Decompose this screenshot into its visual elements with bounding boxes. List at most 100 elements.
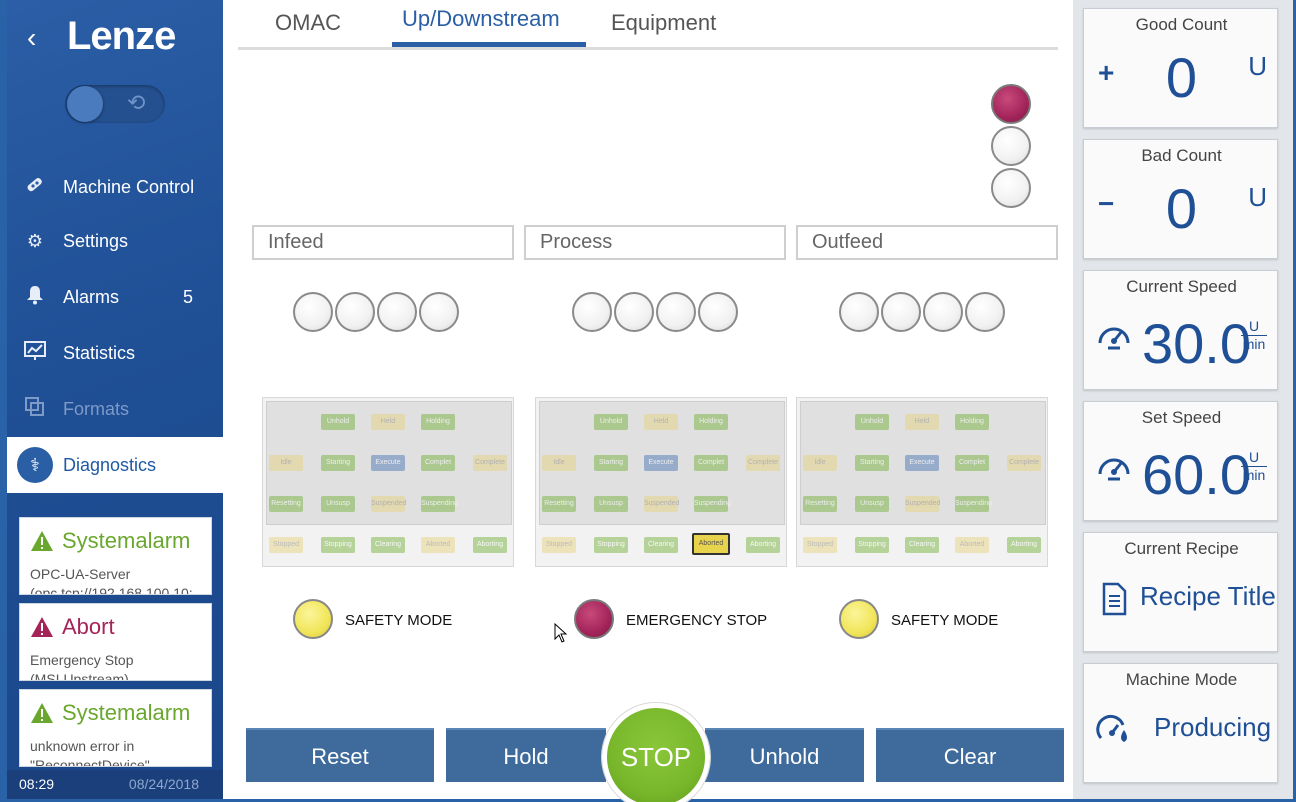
gauge-drop-icon xyxy=(1096,714,1127,742)
state-holding: Holding xyxy=(421,414,455,430)
outfeed-box: Outfeed xyxy=(796,225,1058,260)
back-arrow-icon[interactable]: ‹ xyxy=(27,24,49,52)
alarm-card[interactable]: Systemalarm unknown error in "ReconnectDe… xyxy=(19,689,212,767)
sidebar-item-machine-control[interactable]: Machine Control xyxy=(7,164,223,210)
warning-icon xyxy=(31,617,53,637)
stop-button[interactable]: STOP xyxy=(602,703,710,802)
infeed-mode-light xyxy=(293,599,333,639)
state-stopped: Stopped xyxy=(542,537,576,553)
machine-mode-value: Producing xyxy=(1154,712,1272,742)
hold-button[interactable]: Hold xyxy=(446,728,606,782)
alarm-desc: OPC-UA-Server (opc.tcp://192.168.100.10: xyxy=(30,566,193,595)
tab-omac[interactable]: OMAC xyxy=(275,10,341,36)
machine-control-icon xyxy=(7,174,63,201)
state-completing: Complet xyxy=(955,455,989,471)
process-indicator-2 xyxy=(614,292,654,332)
state-aborting: Aborting xyxy=(473,537,507,553)
sidebar-item-settings[interactable]: ⚙ Settings xyxy=(7,218,223,264)
state-starting: Starting xyxy=(321,455,355,471)
alarm-card[interactable]: Systemalarm OPC-UA-Server (opc.tcp://192.… xyxy=(19,517,212,595)
kpi-title: Current Recipe xyxy=(1124,539,1239,558)
state-starting: Starting xyxy=(594,455,628,471)
mode-toggle[interactable]: ⟲ xyxy=(65,85,165,123)
state-idle: Idle xyxy=(269,455,303,471)
kpi-unit: U xyxy=(1248,51,1267,81)
infeed-indicator-2 xyxy=(335,292,375,332)
sidebar-item-label: Formats xyxy=(63,398,130,419)
state-suspended: Suspended xyxy=(371,496,406,512)
state-idle: Idle xyxy=(542,455,576,471)
sidebar: ‹ Lenze ⟲ Machine Control ⚙ Settings Ala… xyxy=(7,0,223,799)
current-recipe-card[interactable]: Current Recipe Recipe Title xyxy=(1083,532,1278,652)
kpi-title: Current Speed xyxy=(1126,277,1237,296)
state-unhold: Unhold xyxy=(855,414,889,430)
sidebar-item-label: Diagnostics xyxy=(63,454,157,475)
process-state-diagram: Unhold Held Holding Idle Starting Execut… xyxy=(535,397,787,567)
process-indicator-4 xyxy=(698,292,738,332)
state-held: Held xyxy=(905,414,939,430)
state-suspended: Suspended xyxy=(644,496,679,512)
toggle-knob[interactable] xyxy=(67,86,103,122)
set-speed-card[interactable]: Set Speed 60.0 Umin xyxy=(1083,401,1278,521)
gauge-icon xyxy=(1098,327,1130,350)
document-icon xyxy=(1102,582,1127,616)
lenze-logo: Lenze xyxy=(67,14,176,58)
state-complete: Complete xyxy=(746,455,780,471)
sidebar-item-alarms[interactable]: Alarms 5 xyxy=(7,274,223,320)
process-indicator-3 xyxy=(656,292,696,332)
outfeed-indicator-2 xyxy=(881,292,921,332)
unhold-button[interactable]: Unhold xyxy=(705,728,864,782)
clear-button[interactable]: Clear xyxy=(876,728,1064,782)
warning-icon xyxy=(31,531,53,551)
state-holding: Holding xyxy=(955,414,989,430)
state-execute: Execute xyxy=(905,455,939,471)
state-clearing: Clearing xyxy=(644,537,678,553)
machine-mode-card[interactable]: Machine Mode Producing xyxy=(1083,663,1278,783)
sidebar-item-diagnostics[interactable]: ⚕ Diagnostics xyxy=(7,437,223,493)
tab-equipment[interactable]: Equipment xyxy=(611,10,716,36)
kpi-title: Good Count xyxy=(1135,15,1228,34)
reset-button[interactable]: Reset xyxy=(246,728,434,782)
sidebar-item-formats: Formats xyxy=(7,386,223,432)
alarm-card[interactable]: Abort Emergency Stop (MSI Upstream) xyxy=(19,603,212,681)
tab-up-downstream[interactable]: Up/Downstream xyxy=(402,6,560,32)
warning-icon xyxy=(31,703,53,723)
alarm-desc: unknown error in "ReconnectDevice" xyxy=(30,738,150,767)
mouse-cursor-icon xyxy=(554,623,568,643)
infeed-mode-label: SAFETY MODE xyxy=(345,612,453,629)
state-holding: Holding xyxy=(694,414,728,430)
state-aborting: Aborting xyxy=(746,537,780,553)
state-unsuspending: Unsusp xyxy=(855,496,889,512)
infeed-indicator-1 xyxy=(293,292,333,332)
current-speed-value: 30.0 xyxy=(1142,312,1251,375)
speed-unit: Umin xyxy=(1241,318,1267,352)
kpi-title: Machine Mode xyxy=(1125,670,1238,689)
stethoscope-icon: ⚕ xyxy=(7,447,63,483)
app-window: ‹ Lenze ⟲ Machine Control ⚙ Settings Ala… xyxy=(0,0,1296,802)
state-suspending: Suspending xyxy=(421,496,458,512)
outfeed-mode-label: SAFETY MODE xyxy=(891,612,999,629)
state-suspending: Suspending xyxy=(955,496,992,512)
tab-bar: OMAC Up/Downstream Equipment xyxy=(238,0,1058,50)
recipe-title-value: Recipe Title xyxy=(1140,581,1276,611)
state-completing: Complet xyxy=(694,455,728,471)
process-indicator-1 xyxy=(572,292,612,332)
state-stopping: Stopping xyxy=(321,537,355,553)
alarm-title: Systemalarm xyxy=(30,700,190,726)
sidebar-item-statistics[interactable]: Statistics xyxy=(7,330,223,376)
state-held: Held xyxy=(644,414,678,430)
state-aborted: Aborted xyxy=(955,537,989,553)
state-suspending: Suspending xyxy=(694,496,731,512)
infeed-indicator-4 xyxy=(419,292,459,332)
sidebar-item-label: Statistics xyxy=(63,342,136,363)
state-unsuspending: Unsusp xyxy=(594,496,628,512)
alarm-title: Abort xyxy=(30,614,115,640)
state-stopping: Stopping xyxy=(594,537,628,553)
main-panel: OMAC Up/Downstream Equipment Infeed Proc… xyxy=(223,0,1073,802)
kpi-title: Set Speed xyxy=(1141,408,1222,427)
state-held: Held xyxy=(371,414,405,430)
alarm-title-text: Systemalarm xyxy=(62,700,191,725)
formats-copy-icon xyxy=(7,396,63,422)
clock-time: 08:29 xyxy=(19,776,55,792)
state-resetting: Resetting xyxy=(542,496,576,512)
